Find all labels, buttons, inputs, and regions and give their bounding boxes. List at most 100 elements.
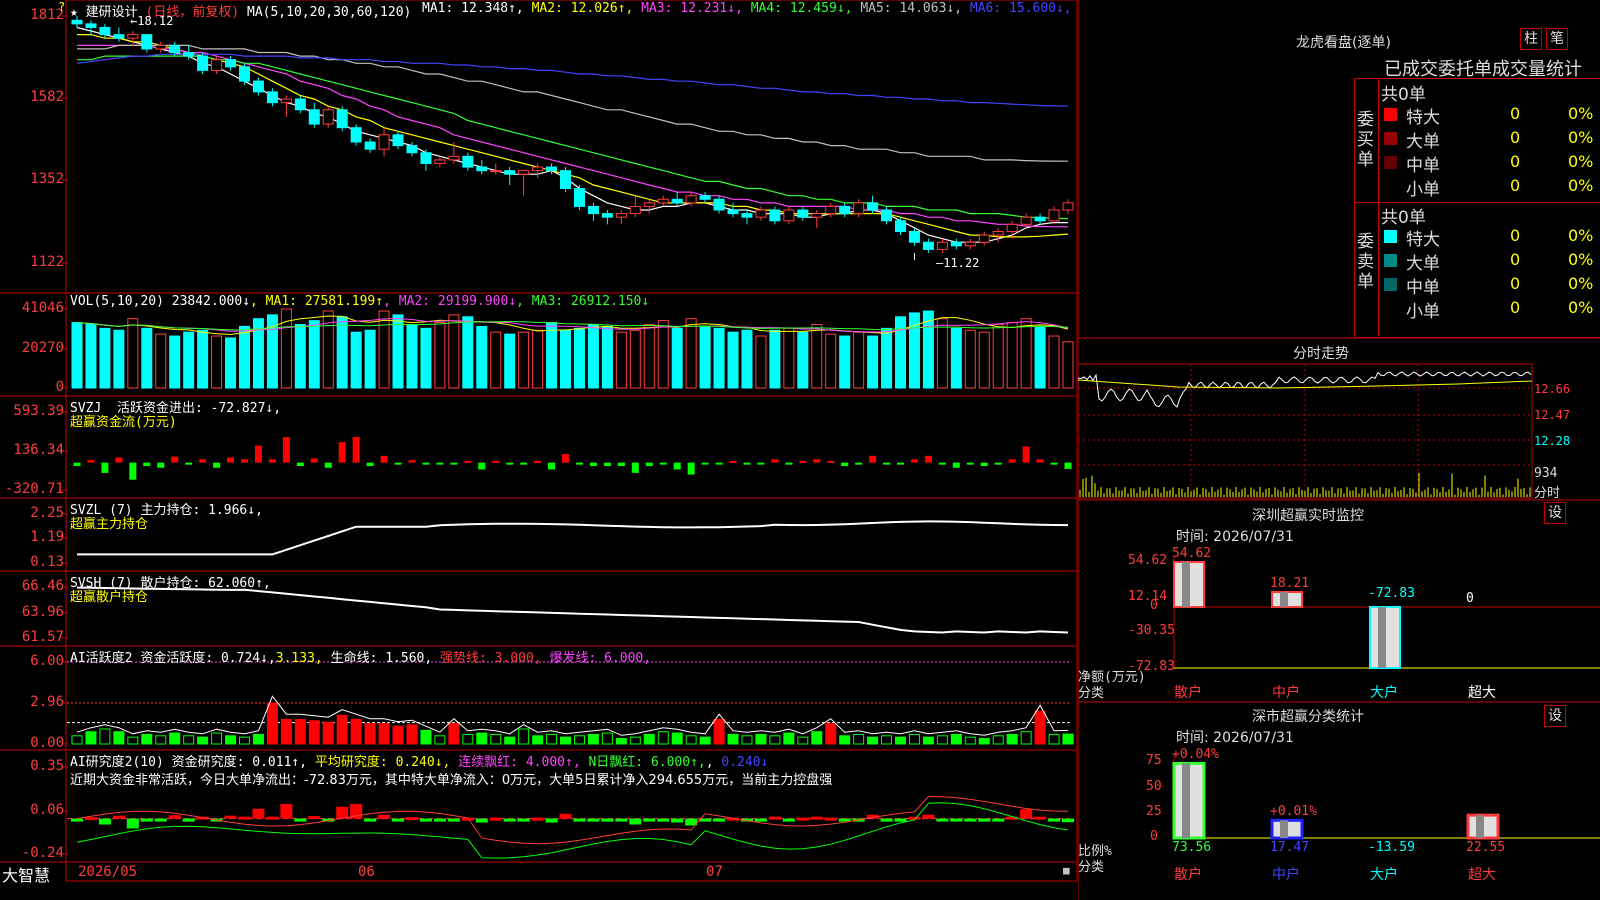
ai-research-bar <box>517 818 530 822</box>
svzl-tick-2: 0.13 <box>30 554 64 570</box>
volume-bar <box>350 331 362 389</box>
ai-research-bar <box>489 817 502 821</box>
ai-active-bar <box>448 723 460 745</box>
volume-bar <box>238 325 250 389</box>
ai-active-bar <box>755 733 767 745</box>
svzj-bar <box>87 460 95 463</box>
candle-body <box>699 195 711 200</box>
svzj-bar <box>562 454 570 463</box>
volume-bar <box>197 329 209 389</box>
svzj-bar <box>855 462 863 465</box>
svzj-subtitle: 超赢资金流(万元) <box>70 415 177 430</box>
svzj-bar <box>520 462 528 465</box>
candle-body <box>825 205 837 215</box>
ai-active-bar <box>992 735 1004 745</box>
ai-active-bar <box>741 735 753 745</box>
ai-active-bar <box>657 731 669 745</box>
ai-research-bar <box>796 817 809 821</box>
ai-research-bar <box>936 818 949 822</box>
candle-body <box>1006 223 1018 232</box>
ai-active-bar <box>197 736 209 745</box>
ai-research-bar <box>894 818 907 822</box>
ai-active-bar <box>699 736 711 745</box>
svzj-bar <box>115 457 123 463</box>
candle-body <box>853 202 865 215</box>
ai-research-bar <box>1034 816 1047 820</box>
ai-active-bar <box>727 733 739 745</box>
ai-active-bar <box>518 728 530 745</box>
menu-corner-icon[interactable]: ? <box>58 0 65 14</box>
svzj-bar <box>729 460 737 463</box>
svzj-bar <box>645 462 653 467</box>
ai-research-bar <box>294 818 307 822</box>
volume-bar <box>71 322 83 389</box>
ai-active-bar <box>532 735 544 745</box>
volume-bar <box>546 322 558 389</box>
ai-research-bar <box>168 815 181 819</box>
candle-body <box>1062 202 1074 211</box>
ai-research-bar <box>336 806 349 819</box>
candle-body <box>476 166 488 172</box>
candle-body <box>643 202 655 207</box>
ai-active-bar <box>1048 733 1060 745</box>
ai-active-bar <box>99 728 111 745</box>
ai-active-bar <box>350 718 362 745</box>
svzj-bar <box>938 462 946 465</box>
stock-title: ★ 建研设计 (日线，前复权) MA(5,10,20,30,60,120) <box>70 1 411 20</box>
candle-body <box>155 44 167 50</box>
svzj-bar <box>352 437 360 463</box>
ai-active-bar <box>1020 731 1032 745</box>
svzj-bar <box>324 462 332 468</box>
ai-active-bar <box>601 732 613 745</box>
svzj-bar <box>478 462 486 470</box>
ai-active-bar <box>183 735 195 745</box>
volume-bar <box>964 329 976 389</box>
candle-body <box>741 213 753 218</box>
ai-research-bar <box>545 818 558 823</box>
ai-research-bar <box>98 818 111 825</box>
candle-body <box>252 80 264 93</box>
brand-logo: 大智慧 <box>2 866 51 885</box>
svzj-bar <box>771 459 779 463</box>
main-chart-area[interactable] <box>0 0 1078 882</box>
ai-active-bar <box>811 731 823 745</box>
ai-active-line <box>76 695 1069 736</box>
volume-bar <box>936 318 948 389</box>
ai-active-bar <box>378 723 390 745</box>
lock-icon[interactable]: ■ <box>1063 864 1070 877</box>
candle-body <box>169 44 181 54</box>
ai-research-bar <box>713 818 726 822</box>
chart-canvas[interactable] <box>0 0 1078 882</box>
star-icon[interactable]: ★ <box>70 5 78 20</box>
svzj-bar <box>757 462 765 465</box>
ai-active-bar <box>713 718 725 745</box>
ai-active-bar <box>615 738 627 745</box>
volume-bar <box>839 335 851 389</box>
ai-research-tick-2: -0.24 <box>21 845 64 861</box>
right-charts <box>1078 0 1600 900</box>
ai-active-bar <box>587 733 599 745</box>
candle-body <box>895 220 907 232</box>
chart-frame <box>65 0 1078 882</box>
ai-active-bar <box>336 714 348 745</box>
candle-body <box>615 213 627 218</box>
candle-body <box>322 109 334 125</box>
volume-bar <box>183 331 195 389</box>
ma-value-6: MA6: 15.600↓, <box>969 1 1072 16</box>
volume-bar <box>825 333 837 389</box>
svzj-bar <box>227 457 235 463</box>
monitor-bar-shade <box>1182 562 1190 607</box>
svzj-bar <box>715 462 723 465</box>
svzj-bar <box>143 462 151 467</box>
vol-ma-value-3: , MA3: 26912.150↓ <box>516 294 650 309</box>
candle-body <box>671 198 683 204</box>
ai-active-bar <box>573 735 585 745</box>
svzj-tick-1: 136.34 <box>13 442 64 458</box>
volume-bar <box>448 314 460 389</box>
ma-values: MA1: 12.348↑, MA2: 12.026↑, MA3: 12.231↓… <box>422 1 1072 16</box>
candle-body <box>336 109 348 129</box>
candle-body <box>881 209 893 222</box>
ai-research-bar <box>1062 818 1074 823</box>
vol-ma-value-1: , MA1: 27581.199↑ <box>250 294 384 309</box>
svzj-bar <box>841 462 849 467</box>
